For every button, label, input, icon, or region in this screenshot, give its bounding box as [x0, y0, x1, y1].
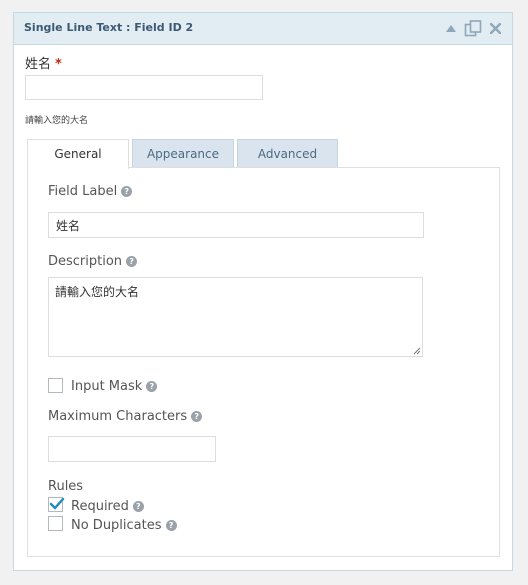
duplicate-icon[interactable]	[464, 20, 482, 37]
help-icon[interactable]: ?	[191, 411, 203, 422]
panel-title: Single Line Text : Field ID 2	[24, 21, 194, 34]
max-characters-heading: Maximum Characters ?	[48, 409, 203, 424]
resize-grip-icon[interactable]	[413, 347, 421, 355]
description-textarea[interactable]: 請輸入您的大名	[48, 277, 423, 357]
preview-text-input[interactable]	[25, 75, 263, 100]
help-icon[interactable]: ?	[146, 381, 158, 392]
description-heading: Description ?	[48, 254, 138, 269]
rules-heading: Rules	[48, 479, 84, 494]
field-label-heading: Field Label ?	[48, 184, 133, 199]
panel-header: Single Line Text : Field ID 2	[14, 13, 512, 45]
tab-general[interactable]: General	[27, 139, 129, 169]
required-marker: *	[55, 57, 62, 72]
help-icon[interactable]: ?	[165, 520, 177, 531]
checkmark-icon	[49, 497, 65, 510]
input-mask-checkbox[interactable]	[48, 378, 63, 393]
field-label-input[interactable]: 姓名	[48, 212, 424, 238]
max-characters-input[interactable]	[48, 436, 216, 462]
help-icon[interactable]: ?	[132, 501, 144, 512]
required-label: Required ?	[71, 499, 144, 514]
no-duplicates-checkbox[interactable]	[48, 516, 63, 531]
required-checkbox[interactable]	[48, 497, 65, 512]
preview-description: 請輸入您的大名	[25, 116, 89, 126]
field-settings-panel: Single Line Text : Field ID 2 姓名 * 請輸入您的大…	[13, 12, 513, 571]
help-icon[interactable]: ?	[121, 186, 133, 197]
preview-field-label: 姓名 *	[25, 53, 62, 72]
tab-advanced[interactable]: Advanced	[237, 139, 338, 168]
no-duplicates-label: No Duplicates ?	[71, 518, 177, 533]
close-icon[interactable]	[490, 23, 501, 34]
preview-label-text: 姓名	[25, 57, 52, 72]
settings-tab-content: Field Label ? 姓名 Description ? 請輸入您的大名 I…	[27, 167, 500, 557]
help-icon[interactable]: ?	[126, 256, 138, 267]
input-mask-label: Input Mask ?	[71, 379, 158, 394]
collapse-arrow-icon[interactable]	[446, 24, 456, 32]
tab-appearance[interactable]: Appearance	[132, 139, 234, 168]
